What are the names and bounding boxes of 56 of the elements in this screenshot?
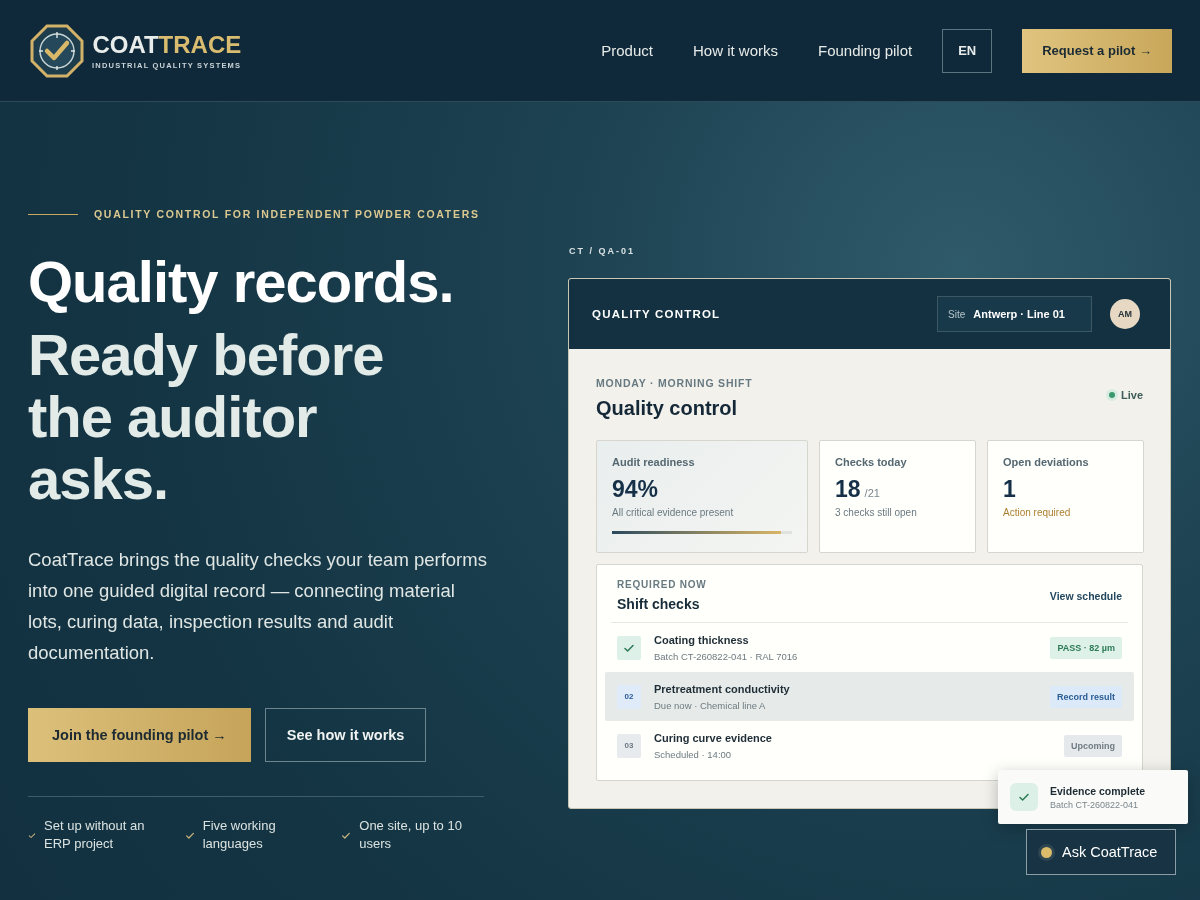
dashboard-title: QUALITY CONTROL — [592, 308, 721, 320]
nav-link[interactable]: Product — [601, 42, 653, 59]
stat-value: 18 — [835, 476, 861, 503]
dashboard-heading: Quality control — [596, 397, 739, 420]
hero-headline: Quality records. — [28, 248, 455, 316]
stat-note: Action required — [1003, 507, 1072, 518]
check-icon — [1010, 783, 1038, 811]
see-how-button[interactable]: See how it works — [264, 708, 427, 762]
dashboard-code: CT / QA-01 — [569, 246, 636, 256]
check-detail: Batch CT-260822-041 · RAL 7016 — [654, 650, 798, 662]
hero-eyebrow: QUALITY CONTROL FOR INDEPENDENT POWDER COATERS — [94, 208, 480, 220]
check-row[interactable]: 03 Curing curve evidence Scheduled · 14:00 Upcoming — [605, 721, 1134, 770]
site-selector[interactable]: Site Antwerp · Line 01 — [937, 296, 1092, 332]
hero-subheadline: Ready before the auditor asks. — [28, 324, 385, 510]
check-row[interactable]: Coating thickness Batch CT-260822-041 · RAL 7016 PASS · 82 µm — [605, 623, 1134, 672]
step-number: 02 — [617, 684, 641, 709]
user-avatar[interactable]: AM — [1110, 299, 1140, 329]
stat-unit: /21 — [864, 487, 880, 499]
brand-name: COATTRACE — [92, 31, 242, 59]
stat-label: Audit readiness — [612, 456, 696, 468]
status-badge: PASS · 82 µm — [1050, 636, 1122, 659]
stat-label: Checks today — [835, 456, 908, 468]
stat-value: 1 — [1003, 476, 1016, 503]
step-number: 03 — [617, 733, 641, 758]
stat-label: Open deviations — [1003, 456, 1090, 468]
stat-value: 94% — [612, 476, 659, 503]
panel-eyebrow: REQUIRED NOW — [617, 579, 707, 590]
live-status-text: Live — [1121, 389, 1143, 401]
status-badge: Upcoming — [1064, 734, 1122, 757]
feature-text: One site, up to 10 users — [359, 817, 463, 853]
check-title: Pretreatment conductivity — [654, 682, 790, 695]
nav-link[interactable]: Founding pilot — [817, 42, 913, 59]
shift-label: MONDAY · MORNING SHIFT — [596, 377, 753, 389]
check-title: Coating thickness — [654, 633, 750, 646]
request-pilot-button[interactable]: Request a pilot → — [1022, 28, 1172, 73]
hero-description: CoatTrace brings the quality checks your team performs into one guided digital record — connecting material lots, curing data, inspection results and audit documentation. — [28, 548, 488, 665]
status-badge[interactable]: Record result — [1049, 685, 1122, 708]
check-icon — [617, 635, 641, 660]
nav-link[interactable]: How it works — [692, 42, 778, 59]
logo-icon — [30, 23, 84, 78]
feature-text: Five working languages — [202, 817, 277, 853]
toast-title: Evidence complete — [1050, 784, 1146, 797]
toast-detail: Batch CT-260822-041 — [1050, 799, 1140, 810]
check-title: Curing curve evidence — [654, 731, 772, 744]
join-pilot-button[interactable]: Join the founding pilot → — [28, 708, 251, 762]
language-button[interactable]: EN — [942, 28, 993, 73]
check-row[interactable]: 02 Pretreatment conductivity Due now · Chemical line A Record result — [605, 672, 1134, 721]
check-detail: Due now · Chemical line A — [654, 699, 767, 711]
assistant-button[interactable]: Ask CoatTrace — [1026, 829, 1176, 875]
feature-text: Set up without an ERP project — [44, 817, 146, 853]
stat-note: 3 checks still open — [835, 507, 918, 518]
panel-title: Shift checks — [617, 596, 701, 612]
check-detail: Scheduled · 14:00 — [654, 748, 733, 760]
view-schedule-link[interactable]: View schedule — [1049, 589, 1122, 602]
stat-note: All critical evidence present — [612, 507, 735, 518]
live-status-dot — [1109, 392, 1115, 398]
